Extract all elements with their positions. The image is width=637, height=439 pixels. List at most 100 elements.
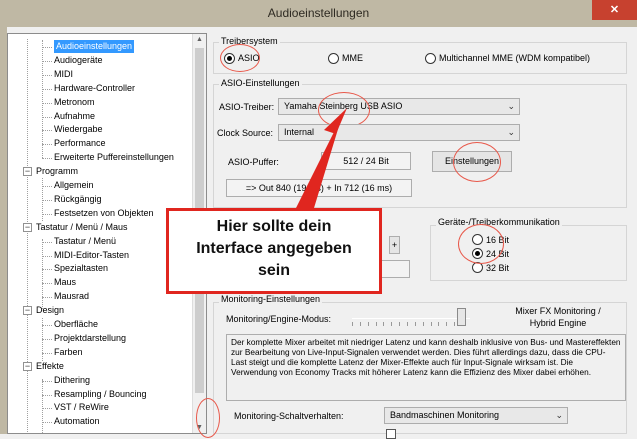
callout-line-1: Hier sollte dein — [216, 218, 332, 235]
radio-mme[interactable] — [328, 53, 339, 64]
tree-line — [42, 158, 52, 160]
tree-item[interactable]: Audioeinstellungen — [54, 40, 135, 53]
slider-tick — [375, 322, 377, 326]
slider-tick — [383, 322, 385, 326]
tree-line — [42, 269, 52, 271]
chevron-down-icon: ⌄ — [507, 101, 515, 111]
highlight-circle — [458, 224, 504, 264]
slider-tick — [399, 322, 401, 326]
tree-line — [42, 199, 52, 201]
tree-line — [42, 408, 52, 410]
tree-item[interactable]: Maus — [54, 276, 76, 289]
hidden-field — [381, 260, 410, 278]
tree-line — [42, 352, 52, 354]
tree-item[interactable]: Erweiterte Puffereinstellungen — [54, 151, 174, 164]
tree-line — [42, 422, 52, 424]
monitoring-switch-value: Bandmaschinen Monitoring — [390, 410, 500, 420]
tree-item[interactable]: Hardware-Controller — [54, 82, 135, 95]
tree-group-item[interactable]: Design — [36, 304, 64, 317]
tree-item[interactable]: Dithering — [54, 374, 90, 387]
tree-group-item[interactable]: Programm — [36, 165, 78, 178]
tree-line — [42, 47, 52, 48]
tree-item[interactable]: Audiogeräte — [54, 54, 103, 67]
tree-line — [42, 338, 52, 340]
tree-item[interactable]: Metronom — [54, 96, 95, 109]
slider-tick — [422, 322, 424, 326]
chevron-down-icon: ⌄ — [507, 127, 515, 137]
highlight-circle — [453, 142, 501, 182]
tree-line — [42, 255, 52, 257]
title-bar: Audioeinstellungen ✕ — [0, 0, 637, 27]
slider-tick — [359, 322, 361, 326]
tree-line — [42, 394, 52, 396]
tree-expander-icon[interactable]: − — [23, 361, 32, 371]
tree-item[interactable]: Farben — [54, 346, 83, 359]
callout-line-3: sein — [257, 262, 290, 279]
tree-line — [42, 102, 52, 104]
annotation-callout: Hier sollte dein Interface angegeben sei… — [166, 208, 382, 294]
monitoring-description: Der komplette Mixer arbeitet mit niedrig… — [226, 334, 626, 401]
tree-line — [42, 40, 43, 158]
driver-system-label: Treibersystem — [219, 36, 280, 46]
tree-line — [42, 297, 52, 299]
callout-arrow — [296, 108, 347, 208]
tree-item[interactable]: Projektdarstellung — [54, 332, 126, 345]
tree-item[interactable]: Allgemein — [54, 179, 94, 192]
monitoring-slider-track[interactable] — [352, 318, 470, 319]
tree-line — [42, 241, 52, 243]
tree-line — [42, 213, 52, 215]
highlight-circle — [220, 44, 260, 72]
close-icon: ✕ — [609, 4, 620, 16]
tree-item[interactable]: Rückgängig — [54, 193, 102, 206]
slider-tick — [367, 322, 369, 326]
radio-32bit-label: 32 Bit — [486, 263, 510, 273]
tree-item[interactable]: Aufnahme — [54, 110, 95, 123]
tree-line — [42, 186, 52, 187]
tree-expander-icon[interactable]: − — [23, 222, 32, 232]
tree-line — [42, 283, 52, 285]
chevron-down-icon: ⌄ — [555, 410, 563, 420]
tree-item[interactable]: Spezialtasten — [54, 262, 108, 275]
tree-item[interactable]: VST / ReWire — [54, 401, 109, 414]
monitoring-slider-thumb[interactable] — [457, 308, 466, 326]
monitoring-switch-label: Monitoring-Schaltverhalten: — [234, 411, 344, 421]
radio-mme-label: MME — [342, 53, 363, 63]
tree-line — [42, 380, 52, 382]
tree-line — [42, 88, 52, 90]
callout-line-2: Interface angegeben — [196, 240, 352, 257]
slider-tick — [391, 322, 393, 326]
tree-item[interactable]: Festsetzen von Objekten — [54, 207, 154, 220]
tree-expander-icon[interactable]: − — [23, 306, 32, 316]
tree-line — [27, 39, 28, 433]
scroll-up-icon[interactable]: ▲ — [193, 36, 206, 43]
highlight-circle — [196, 398, 220, 438]
tree-item[interactable]: MIDI — [54, 68, 73, 81]
slider-tick — [414, 322, 416, 326]
tree-line — [42, 130, 52, 132]
tree-line — [42, 74, 52, 76]
plus-button[interactable]: + — [389, 236, 400, 254]
monitoring-mode-label: Monitoring/Engine-Modus: — [226, 314, 332, 324]
bit-depth-label: Geräte-/Treiberkommunikation — [436, 217, 562, 227]
tree-item[interactable]: Oberfläche — [54, 318, 98, 331]
slider-tick — [407, 322, 408, 326]
tree-line — [42, 325, 52, 326]
tree-line — [42, 116, 52, 118]
tree-item[interactable]: MIDI-Editor-Tasten — [54, 249, 129, 262]
tree-item[interactable]: Resampling / Bouncing — [54, 388, 147, 401]
window-frame-left — [0, 27, 7, 434]
tree-item[interactable]: Automation — [54, 415, 100, 428]
tree-item[interactable]: Performance — [54, 137, 106, 150]
radio-multichannel-mme[interactable] — [425, 53, 436, 64]
tree-line — [42, 379, 43, 433]
slider-tick — [430, 322, 432, 326]
tree-expander-icon[interactable]: − — [23, 167, 32, 177]
tree-item[interactable]: Mausrad — [54, 290, 89, 303]
monitoring-checkbox[interactable] — [386, 429, 396, 439]
tree-group-item[interactable]: Effekte — [36, 360, 64, 373]
monitoring-switch-select[interactable]: Bandmaschinen Monitoring ⌄ — [384, 407, 568, 424]
tree-item[interactable]: Wiedergabe — [54, 123, 103, 136]
close-button[interactable]: ✕ — [592, 0, 637, 20]
tree-group-item[interactable]: Tastatur / Menü / Maus — [36, 221, 128, 234]
tree-item[interactable]: Tastatur / Menü — [54, 235, 116, 248]
